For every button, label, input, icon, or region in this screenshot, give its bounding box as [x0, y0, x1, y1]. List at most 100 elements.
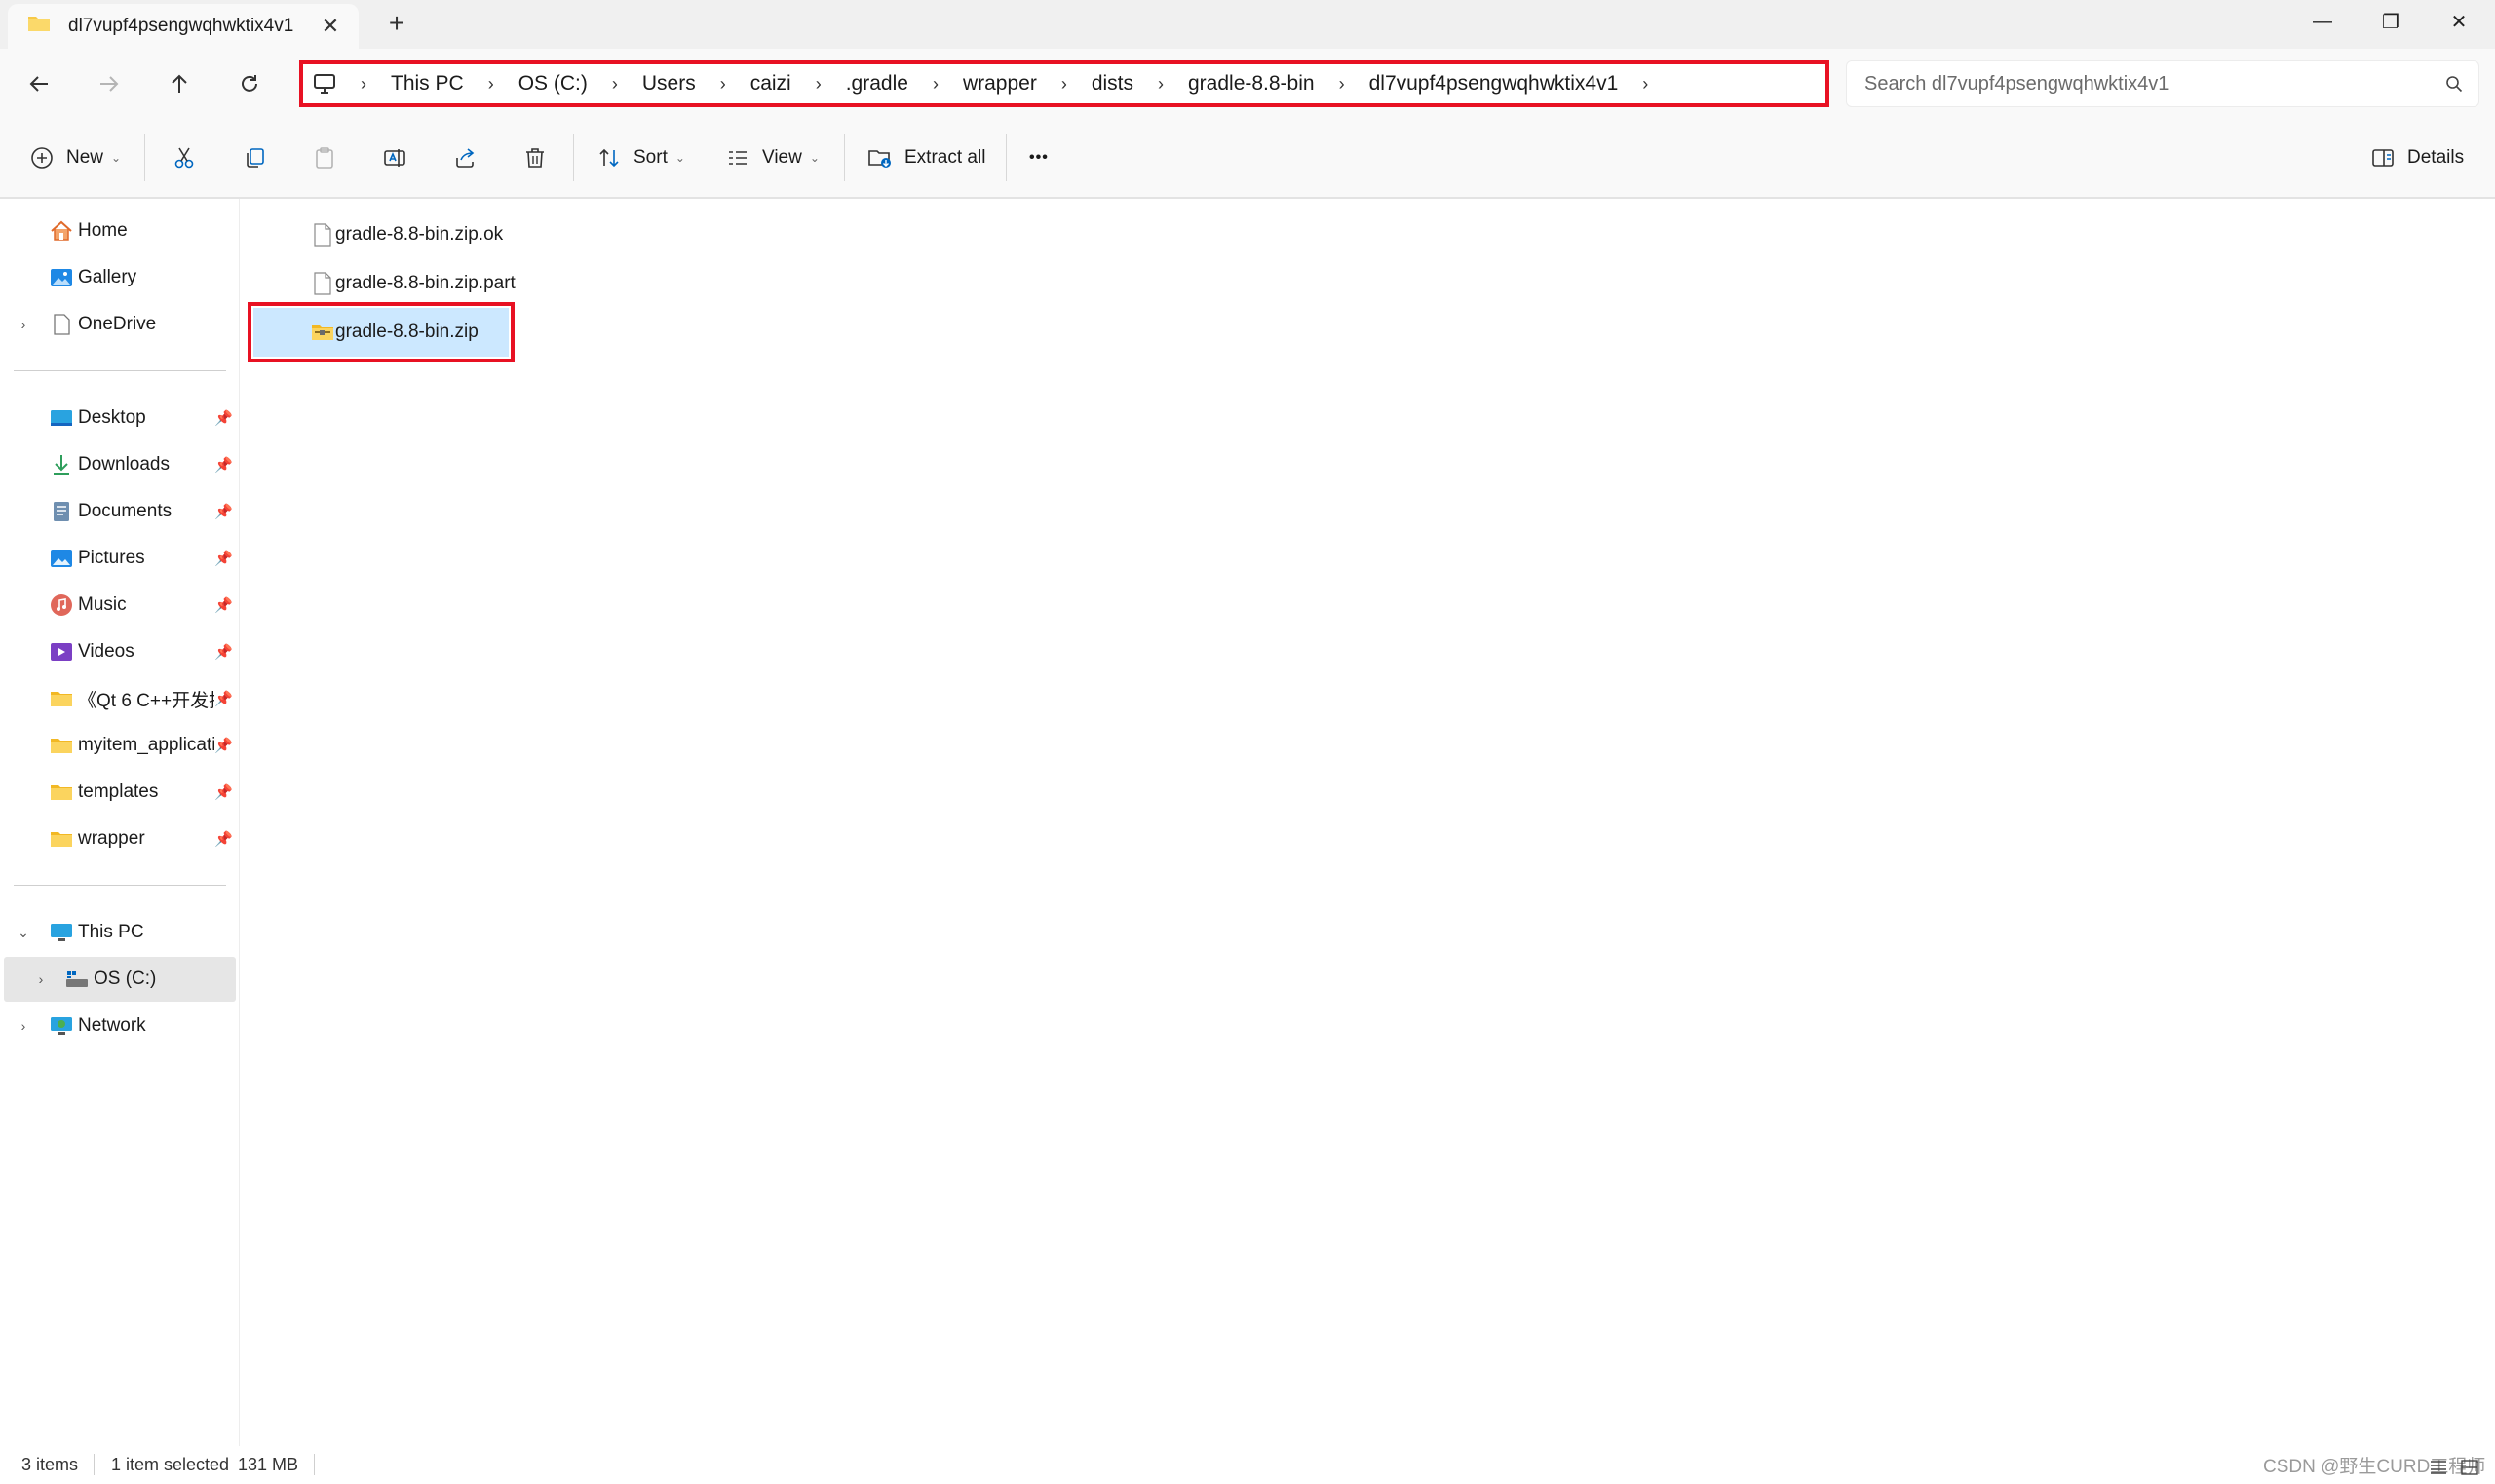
chevron-right-icon[interactable]: ›: [16, 1018, 31, 1034]
file-item-selected[interactable]: gradle-8.8-bin.zip: [248, 302, 515, 362]
sidebar-item-wrapper[interactable]: wrapper 📌: [0, 817, 238, 861]
chevron-right-icon[interactable]: ›: [1061, 74, 1067, 95]
search-icon[interactable]: [2445, 75, 2463, 93]
chevron-right-icon[interactable]: ›: [361, 74, 366, 95]
tab-current-folder[interactable]: dl7vupf4psengwqhwktix4v1 ✕: [8, 4, 359, 49]
back-button[interactable]: [18, 62, 60, 105]
breadcrumb-item[interactable]: dists ›: [1092, 72, 1188, 95]
list-view-icon: [723, 143, 752, 172]
downloads-icon: [49, 452, 74, 477]
details-view-toggle[interactable]: [2427, 1456, 2450, 1479]
divider: [573, 134, 574, 181]
search-box[interactable]: [1846, 60, 2479, 107]
address-bar[interactable]: › This PC › OS (C:) › Users › caizi › .gradl…: [299, 60, 1829, 107]
extract-all-button[interactable]: Extract all: [865, 136, 985, 179]
up-button[interactable]: [158, 62, 201, 105]
sidebar-item-downloads[interactable]: Downloads 📌: [0, 442, 238, 487]
paste-button[interactable]: [310, 136, 339, 179]
sidebar-item-documents[interactable]: Documents 📌: [0, 489, 238, 534]
selection-size: 131 MB: [238, 1455, 299, 1474]
cut-button[interactable]: [170, 136, 199, 179]
file-item[interactable]: gradle-8.8-bin.zip.ok: [253, 210, 509, 259]
chevron-down-icon: ⌄: [111, 151, 122, 165]
refresh-icon: [242, 75, 257, 92]
navigation-bar: › This PC › OS (C:) › Users › caizi › .gradl…: [0, 49, 2495, 117]
title-bar: dl7vupf4psengwqhwktix4v1 ✕ + — ❐ ✕: [0, 0, 2495, 49]
chevron-right-icon[interactable]: ›: [488, 74, 494, 95]
sidebar-item-os-c[interactable]: › OS (C:): [4, 957, 236, 1002]
pin-icon[interactable]: 📌: [214, 783, 233, 801]
view-button[interactable]: View ⌄: [723, 136, 820, 179]
this-pc-icon: [49, 920, 74, 945]
pin-icon[interactable]: 📌: [214, 830, 233, 848]
new-button[interactable]: New ⌄: [27, 136, 121, 179]
close-tab-icon[interactable]: ✕: [316, 12, 345, 41]
pin-icon[interactable]: 📌: [214, 409, 233, 427]
breadcrumb-item[interactable]: This PC ›: [391, 72, 518, 95]
pin-icon[interactable]: 📌: [214, 643, 233, 661]
new-tab-button[interactable]: +: [380, 6, 413, 41]
breadcrumb-item[interactable]: OS (C:) ›: [518, 72, 642, 95]
chevron-right-icon[interactable]: ›: [16, 317, 31, 332]
trash-icon: [520, 143, 550, 172]
large-icons-view-toggle[interactable]: [2458, 1456, 2481, 1479]
pin-icon[interactable]: 📌: [214, 456, 233, 474]
navigation-pane: Home Gallery › OneDrive Desktop 📌 Downlo…: [0, 199, 240, 1446]
selection-count: 1 item selected: [111, 1455, 230, 1474]
sidebar-item-desktop[interactable]: Desktop 📌: [0, 396, 238, 440]
breadcrumb-item[interactable]: Users ›: [642, 72, 750, 95]
breadcrumb-item[interactable]: gradle-8.8-bin ›: [1188, 72, 1369, 95]
refresh-button[interactable]: [228, 62, 271, 105]
chevron-right-icon[interactable]: ›: [720, 74, 726, 95]
copy-button[interactable]: [240, 136, 269, 179]
sidebar-item-gallery[interactable]: Gallery: [0, 255, 238, 300]
sidebar-item-videos[interactable]: Videos 📌: [0, 629, 238, 674]
plus-circle-icon: [27, 143, 57, 172]
more-options-button[interactable]: •••: [1029, 136, 1049, 179]
details-view-icon: [2431, 1461, 2446, 1474]
breadcrumb-item[interactable]: caizi ›: [750, 72, 846, 95]
pictures-icon: [49, 546, 74, 571]
share-button[interactable]: [450, 136, 480, 179]
breadcrumb-item[interactable]: .gradle ›: [846, 72, 963, 95]
details-button[interactable]: Details: [2368, 136, 2464, 179]
pin-icon[interactable]: 📌: [214, 737, 233, 754]
sidebar-item-templates[interactable]: templates 📌: [0, 770, 238, 815]
sidebar-item-onedrive[interactable]: › OneDrive: [0, 302, 238, 347]
chevron-right-icon[interactable]: ›: [816, 74, 822, 95]
sidebar-item-home[interactable]: Home: [0, 209, 238, 253]
pin-icon[interactable]: 📌: [214, 690, 233, 707]
chevron-right-icon[interactable]: ›: [933, 74, 939, 95]
chevron-right-icon[interactable]: ›: [612, 74, 618, 95]
sidebar-item-myitem[interactable]: myitem_applicatio 📌: [0, 723, 238, 768]
arrow-up-icon: [172, 74, 187, 93]
pin-icon[interactable]: 📌: [214, 596, 233, 614]
file-item[interactable]: gradle-8.8-bin.zip.part: [253, 259, 516, 308]
chevron-right-icon[interactable]: ›: [33, 971, 49, 987]
chevron-down-icon[interactable]: ⌄: [16, 925, 31, 941]
chevron-right-icon[interactable]: ›: [1339, 74, 1345, 95]
tiles-view-icon: [2461, 1460, 2478, 1475]
sidebar-item-this-pc[interactable]: ⌄ This PC: [0, 910, 238, 955]
forward-button[interactable]: [88, 62, 131, 105]
rename-button[interactable]: [380, 136, 409, 179]
pin-icon[interactable]: 📌: [214, 503, 233, 520]
breadcrumb-item[interactable]: wrapper ›: [963, 72, 1092, 95]
sidebar-item-pictures[interactable]: Pictures 📌: [0, 536, 238, 581]
divider: [844, 134, 845, 181]
search-input[interactable]: [1862, 71, 2445, 96]
sidebar-item-music[interactable]: Music 📌: [0, 583, 238, 628]
pin-icon[interactable]: 📌: [214, 550, 233, 567]
close-window-button[interactable]: ✕: [2425, 0, 2493, 43]
delete-button[interactable]: [520, 136, 550, 179]
chevron-right-icon[interactable]: ›: [1642, 74, 1648, 95]
sort-button[interactable]: Sort ⌄: [595, 136, 685, 179]
restore-button[interactable]: ❐: [2357, 0, 2425, 43]
folder-icon: [49, 686, 74, 711]
sidebar-item-qt-book[interactable]: 《Qt 6 C++开发指 📌: [0, 676, 238, 721]
sidebar-item-network[interactable]: › Network: [0, 1004, 238, 1048]
minimize-button[interactable]: —: [2288, 0, 2357, 43]
chevron-right-icon[interactable]: ›: [1158, 74, 1164, 95]
breadcrumb-item[interactable]: dl7vupf4psengwqhwktix4v1 ›: [1369, 72, 1673, 95]
tab-title: dl7vupf4psengwqhwktix4v1: [68, 16, 294, 36]
